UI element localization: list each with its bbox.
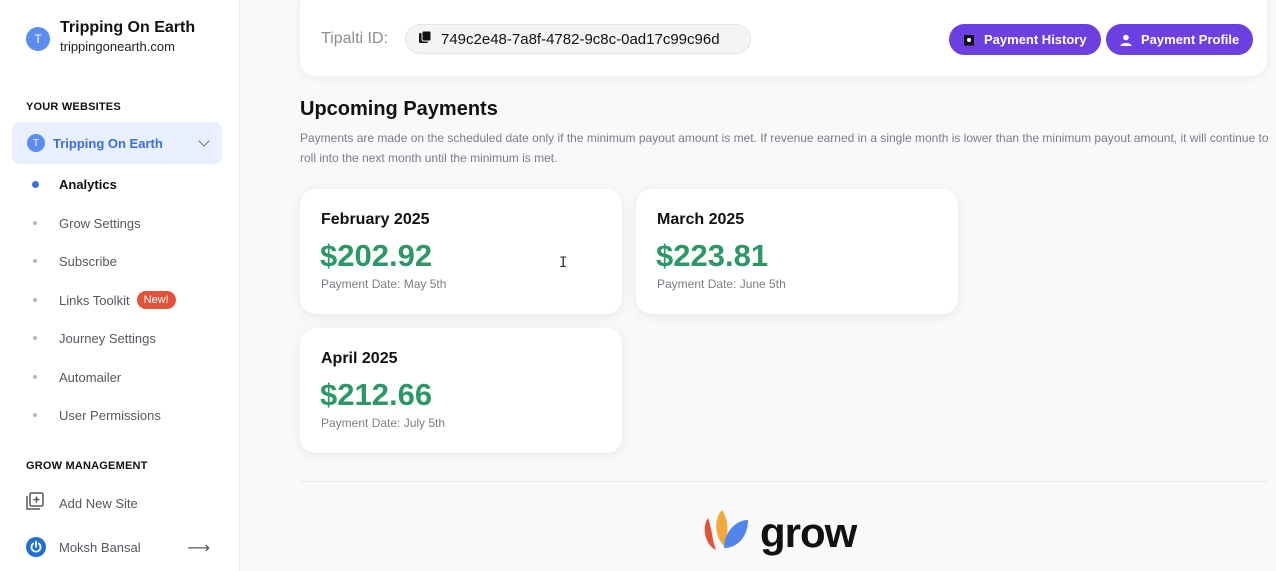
sidebar-item-automailer[interactable]: Automailer <box>26 365 121 389</box>
payment-card: April 2025 $212.66 Payment Date: July 5t… <box>300 328 622 453</box>
sidebar-item-label: Grow Settings <box>59 215 141 231</box>
footer-divider <box>300 481 1267 482</box>
payment-history-label: Payment History <box>984 32 1087 47</box>
logout-arrow-icon[interactable]: ⟶ <box>187 538 210 558</box>
sidebar: T Tripping On Earth trippingonearth.com … <box>0 0 240 571</box>
site-selector[interactable]: T Tripping On Earth <box>12 122 222 164</box>
upcoming-payments-title: Upcoming Payments <box>300 98 498 120</box>
payment-date: Payment Date: May 5th <box>321 277 447 291</box>
new-badge: New! <box>136 291 176 309</box>
power-icon <box>26 537 46 557</box>
site-avatar: T <box>26 27 50 51</box>
dot-icon <box>33 413 37 417</box>
active-dot-icon <box>32 180 39 188</box>
payment-profile-label: Payment Profile <box>1141 32 1240 47</box>
payment-amount: $202.92 <box>320 238 433 273</box>
chevron-down-icon[interactable] <box>198 135 210 147</box>
sidebar-item-user-permissions[interactable]: User Permissions <box>26 403 161 427</box>
sidebar-item-subscribe[interactable]: Subscribe <box>26 249 117 273</box>
payment-card: March 2025 $223.81 Payment Date: June 5t… <box>636 189 958 314</box>
user-row: Moksh Bansal ⟶ <box>26 537 210 557</box>
grow-wordmark: grow <box>760 508 857 556</box>
text-cursor-icon: I <box>559 255 568 271</box>
payment-history-button[interactable]: Payment History <box>949 24 1101 55</box>
user-icon <box>1120 34 1132 46</box>
payment-month: March 2025 <box>657 211 745 228</box>
upcoming-payments-description: Payments are made on the scheduled date … <box>300 131 1269 165</box>
payment-month: April 2025 <box>321 350 398 367</box>
copy-icon[interactable] <box>418 30 432 49</box>
grow-logo: grow <box>700 508 857 557</box>
receipt-icon <box>963 33 975 47</box>
payment-month: February 2025 <box>321 211 430 228</box>
payment-amount: $223.81 <box>656 238 769 273</box>
payment-date: Payment Date: June 5th <box>657 277 786 291</box>
sidebar-item-label: Subscribe <box>59 253 117 269</box>
payment-profile-button[interactable]: Payment Profile <box>1106 24 1254 55</box>
tipalti-card: Tipalti ID: 749c2e48-7a8f-4782-9c8c-0ad1… <box>300 0 1267 76</box>
tipalti-id-value: 749c2e48-7a8f-4782-9c8c-0ad17c99c96d <box>441 30 720 48</box>
sidebar-item-label: Links Toolkit <box>59 292 130 308</box>
site-selector-label: Tripping On Earth <box>53 135 163 151</box>
dot-icon <box>33 298 37 302</box>
sidebar-item-label: Journey Settings <box>59 330 156 346</box>
grow-leaf-icon <box>700 508 754 557</box>
site-name: Tripping On Earth <box>60 19 196 36</box>
payment-date: Payment Date: July 5th <box>321 416 446 430</box>
payment-card: February 2025 $202.92 Payment Date: May … <box>300 189 622 314</box>
tipalti-label: Tipalti ID: <box>321 30 388 47</box>
payment-amount: $212.66 <box>320 377 433 412</box>
sidebar-item-links-toolkit[interactable]: Links Toolkit New! <box>26 288 176 312</box>
site-selector-avatar: T <box>27 134 45 152</box>
your-websites-heading: YOUR WEBSITES <box>26 101 121 113</box>
dot-icon <box>33 221 37 225</box>
sidebar-item-label: Analytics <box>59 176 117 192</box>
sidebar-item-label: User Permissions <box>59 407 161 423</box>
sidebar-item-journey-settings[interactable]: Journey Settings <box>26 326 156 350</box>
add-new-site-link[interactable]: Add New Site <box>26 492 138 515</box>
site-header: T Tripping On Earth trippingonearth.com <box>26 18 195 56</box>
dot-icon <box>33 259 37 263</box>
sidebar-item-analytics[interactable]: Analytics <box>26 172 117 196</box>
add-new-site-label: Add New Site <box>59 496 138 511</box>
grow-management-heading: GROW MANAGEMENT <box>26 460 148 472</box>
sidebar-item-grow-settings[interactable]: Grow Settings <box>26 211 141 235</box>
site-domain: trippingonearth.com <box>60 39 175 54</box>
dot-icon <box>33 336 37 340</box>
sidebar-item-label: Automailer <box>59 369 122 385</box>
tipalti-id-copy[interactable]: 749c2e48-7a8f-4782-9c8c-0ad17c99c96d <box>405 24 751 54</box>
user-name: Moksh Bansal <box>59 539 141 555</box>
dot-icon <box>33 375 37 379</box>
add-site-icon <box>26 492 44 515</box>
